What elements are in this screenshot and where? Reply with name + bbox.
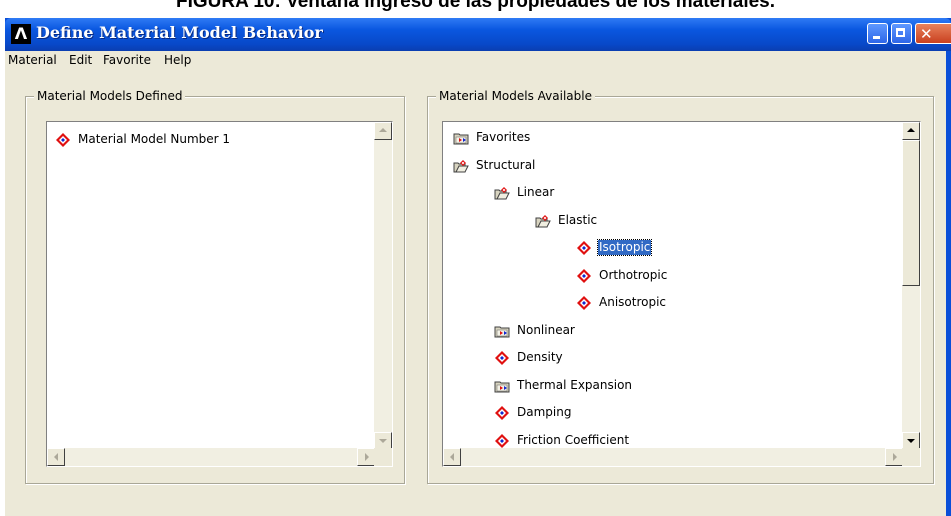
- tree-horizontal-scrollbar[interactable]: [443, 448, 903, 466]
- scroll-right-button[interactable]: [885, 448, 903, 466]
- arrow-down-icon: [907, 439, 915, 443]
- available-models-label: Material Models Available: [436, 89, 595, 103]
- material-model-icon: [577, 268, 591, 283]
- tree-item-label: Orthotropic: [599, 267, 668, 282]
- tree-item-label: Isotropic: [596, 239, 653, 256]
- maximize-icon: [896, 28, 905, 37]
- scroll-up-button[interactable]: [902, 122, 920, 140]
- tree-item-label: Thermal Expansion: [517, 377, 633, 392]
- material-model-icon: [495, 433, 509, 448]
- dialog-client-area: Material Models Defined Material Model N…: [5, 71, 946, 516]
- arrow-left-icon: [450, 453, 454, 461]
- material-model-icon: [577, 296, 591, 310]
- material-model-icon: [577, 241, 591, 255]
- tree-vertical-scrollbar[interactable]: [902, 122, 920, 450]
- scroll-up-button[interactable]: [374, 122, 392, 140]
- defined-models-label: Material Models Defined: [34, 89, 186, 103]
- menu-favorite[interactable]: Favorite: [103, 53, 151, 67]
- available-models-tree[interactable]: Favorites Structural Linear Elastic Isot…: [442, 121, 921, 467]
- tree-item-label: Structural: [476, 157, 536, 172]
- window-title: Define Material Model Behavior: [36, 23, 323, 42]
- folder-closed-icon: [494, 381, 510, 392]
- maximize-button[interactable]: [891, 23, 912, 44]
- title-bar[interactable]: Λ Define Material Model Behavior ✕: [5, 18, 951, 51]
- folder-closed-icon: [453, 133, 469, 145]
- tree-item-label: Friction Coefficient: [517, 432, 630, 447]
- defined-models-list[interactable]: Material Model Number 1: [46, 121, 393, 467]
- arrow-right-icon: [893, 453, 897, 461]
- tree-item-label: Nonlinear: [517, 322, 575, 337]
- scroll-corner: [374, 448, 392, 466]
- scroll-left-button[interactable]: [47, 448, 65, 466]
- ansys-logo-icon: Λ: [11, 24, 31, 44]
- close-icon: ✕: [920, 25, 933, 43]
- minimize-icon: [873, 36, 880, 39]
- tree-item-label: Linear: [517, 185, 555, 199]
- arrow-up-icon: [379, 128, 387, 132]
- tree-item-label: Density: [517, 350, 563, 364]
- folder-open-icon: [494, 187, 510, 200]
- scroll-corner: [902, 448, 920, 466]
- tree-item-label: Favorites: [476, 130, 531, 144]
- folder-open-icon: [453, 159, 469, 172]
- material-model-icon: [495, 351, 509, 365]
- minimize-button[interactable]: [867, 23, 888, 44]
- defined-horizontal-scrollbar[interactable]: [47, 448, 375, 466]
- menu-material[interactable]: Material: [8, 53, 57, 67]
- available-models-group: Material Models Available Favorites Stru…: [427, 89, 934, 484]
- figure-caption: FIGURA 10: Ventana ingreso de las propie…: [175, 0, 776, 12]
- folder-closed-icon: [494, 326, 510, 337]
- arrow-up-icon: [907, 128, 915, 132]
- menu-help[interactable]: Help: [164, 53, 191, 67]
- arrow-down-icon: [379, 439, 387, 443]
- tree-item-label: Elastic: [558, 212, 598, 227]
- material-model-icon: [495, 406, 509, 420]
- scroll-left-button[interactable]: [443, 448, 461, 466]
- folder-open-icon: [535, 214, 551, 227]
- arrow-left-icon: [54, 453, 58, 461]
- defined-models-group: Material Models Defined Material Model N…: [25, 89, 405, 484]
- tree-item-label: Anisotropic: [599, 295, 667, 309]
- scroll-right-button[interactable]: [357, 448, 375, 466]
- material-model-icon: [56, 133, 70, 147]
- menu-edit[interactable]: Edit: [69, 53, 92, 67]
- arrow-right-icon: [365, 453, 369, 461]
- menu-bar: Material Edit Favorite Help: [5, 51, 946, 71]
- tree-item-label: Damping: [517, 405, 572, 419]
- close-button[interactable]: ✕: [915, 23, 951, 44]
- scroll-thumb[interactable]: [902, 140, 920, 286]
- defined-vertical-scrollbar[interactable]: [374, 122, 392, 450]
- item-label: Material Model Number 1: [78, 132, 231, 146]
